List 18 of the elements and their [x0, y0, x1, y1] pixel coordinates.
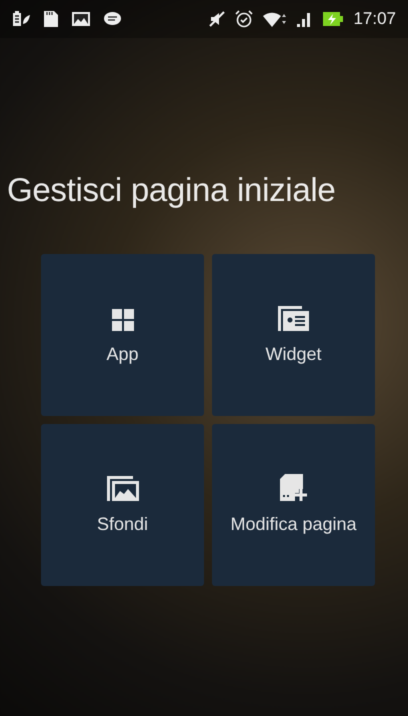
image-icon [72, 12, 90, 26]
stacked-images-icon [106, 476, 138, 500]
menu-tile[interactable]: Modifica pagina [212, 424, 375, 586]
screen-title: Gestisci pagina iniziale [6, 170, 336, 210]
battery-leaf-icon [12, 11, 30, 27]
wifi-icon [263, 11, 288, 27]
message-icon [104, 12, 121, 26]
muted-icon [209, 11, 226, 27]
widget-icon [278, 306, 309, 330]
grid-icon [112, 308, 134, 330]
sd-card-icon [44, 11, 58, 27]
alarm-clock-icon [235, 10, 254, 28]
page-add-icon [280, 474, 308, 500]
menu-tile[interactable]: Widget [212, 254, 375, 416]
menu-tile[interactable]: Sfondi [41, 424, 204, 586]
battery-charging-icon [323, 11, 344, 27]
menu-tile[interactable]: App [41, 254, 204, 416]
clock-time: 17:07 [353, 8, 396, 30]
